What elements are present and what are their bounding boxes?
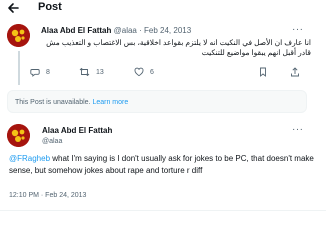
tweet-text: @FRagheb what I'm saying is I don't usua… <box>9 153 315 177</box>
mention-link[interactable]: @FRagheb <box>9 154 50 163</box>
author-name[interactable]: Alaa Abd El Fattah <box>42 126 112 136</box>
avatar[interactable] <box>7 24 30 47</box>
back-arrow-icon[interactable] <box>6 1 20 15</box>
top-bar: Post <box>0 0 326 16</box>
share-button[interactable] <box>290 67 300 77</box>
tweet-body: what I'm saying is I don't usually ask f… <box>9 154 314 175</box>
more-icon[interactable]: ··· <box>292 24 304 35</box>
reply-icon <box>30 69 40 77</box>
bookmark-button[interactable] <box>258 67 268 77</box>
unavailable-notice: This Post is unavailable. Learn more <box>7 90 307 113</box>
tweet-actions: 8 13 6 <box>30 67 320 79</box>
reply-count: 8 <box>46 68 50 76</box>
share-icon <box>291 67 299 77</box>
like-count: 6 <box>150 68 154 76</box>
thread-line <box>18 51 20 85</box>
repost-icon <box>79 67 90 77</box>
learn-more-link[interactable]: Learn more <box>92 99 128 106</box>
more-icon[interactable]: ··· <box>292 124 304 135</box>
like-button[interactable]: 6 <box>134 67 154 77</box>
author-handle[interactable]: @alaa <box>42 137 62 146</box>
tweet-timestamp[interactable]: 12:10 PM · Feb 24, 2013 <box>9 192 86 199</box>
bookmark-icon <box>260 67 266 77</box>
unavailable-text: This Post is unavailable. <box>15 99 91 106</box>
tweet-text: انا عارف ان الأصل في النكيت انه لا يلتزم… <box>46 38 311 57</box>
page-title: Post <box>38 1 62 13</box>
author-handle[interactable]: @alaa <box>114 26 137 35</box>
repost-count: 13 <box>96 68 104 76</box>
avatar[interactable] <box>7 124 30 147</box>
divider <box>0 210 326 211</box>
author-name[interactable]: Alaa Abd El Fattah <box>41 26 111 35</box>
repost-button[interactable]: 13 <box>79 67 104 77</box>
tweet-header: Alaa Abd El Fattah @alaa · Feb 24, 2013 <box>41 26 191 36</box>
like-icon <box>134 67 144 77</box>
reply-button[interactable]: 8 <box>30 67 50 77</box>
dot-separator: · <box>139 26 142 35</box>
tweet-date[interactable]: Feb 24, 2013 <box>144 26 191 35</box>
